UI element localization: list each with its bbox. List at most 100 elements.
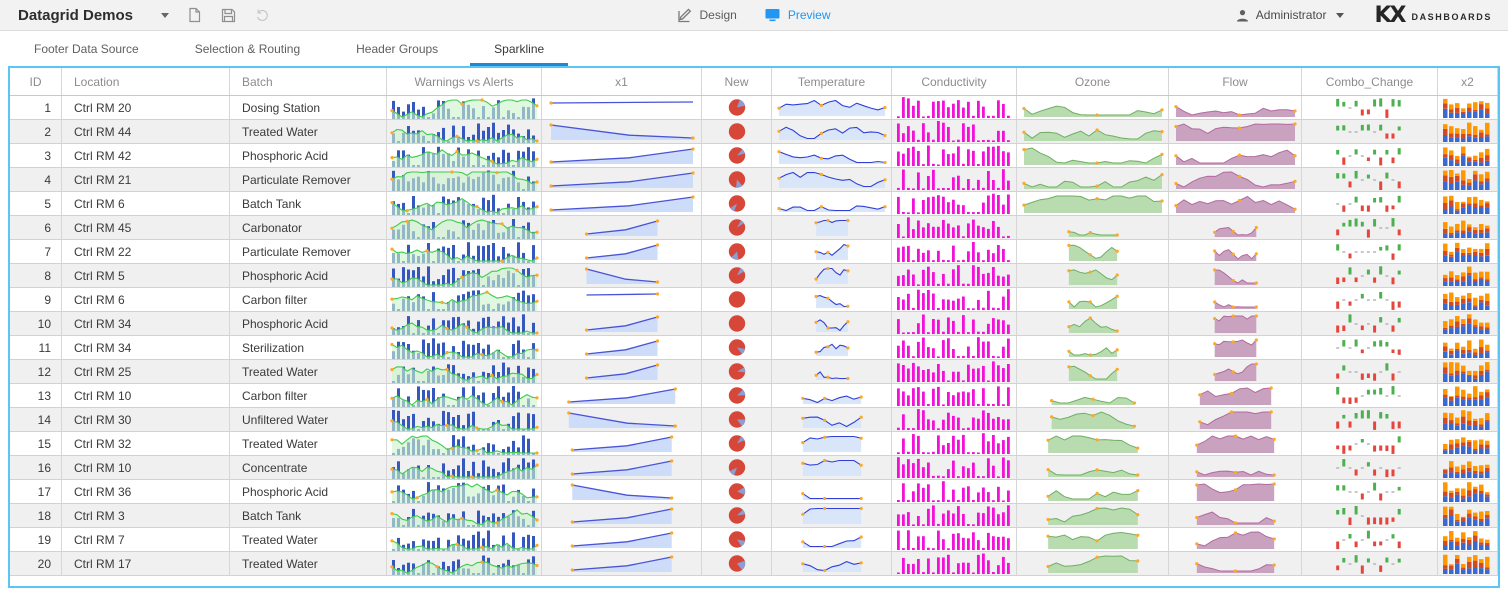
cell-batch: Treated Water [230, 552, 387, 575]
cell-x1 [542, 144, 702, 167]
table-row[interactable]: 17Ctrl RM 36Phosphoric Acid [10, 480, 1498, 504]
new-sparkline [705, 122, 769, 141]
cell-batch: Phosphoric Acid [230, 264, 387, 287]
table-row[interactable]: 20Ctrl RM 17Treated Water [10, 552, 1498, 576]
table-row[interactable]: 16Ctrl RM 10Concentrate [10, 456, 1498, 480]
table-row[interactable]: 2Ctrl RM 44Treated Water [10, 120, 1498, 144]
cell-id: 19 [10, 528, 62, 551]
cell-location: Ctrl RM 7 [62, 528, 230, 551]
table-row[interactable]: 19Ctrl RM 7Treated Water [10, 528, 1498, 552]
cell-flow [1169, 504, 1302, 527]
cell-temperature [772, 288, 892, 311]
cell-batch: Phosphoric Acid [230, 144, 387, 167]
cell-location: Ctrl RM 6 [62, 192, 230, 215]
table-row[interactable]: 13Ctrl RM 10Carbon filter [10, 384, 1498, 408]
warnings-sparkline [390, 385, 539, 407]
combo_change-sparkline [1305, 338, 1435, 358]
conductivity-sparkline [895, 313, 1014, 334]
undo-button[interactable] [253, 6, 271, 24]
column-header-x1[interactable]: x1 [542, 68, 702, 95]
table-row[interactable]: 1Ctrl RM 20Dosing Station [10, 96, 1498, 120]
column-header-ozone[interactable]: Ozone [1017, 68, 1169, 95]
cell-new [702, 336, 772, 359]
column-header-new[interactable]: New [702, 68, 772, 95]
cell-id: 14 [10, 408, 62, 431]
temperature-sparkline [775, 218, 889, 237]
user-menu[interactable]: Administrator [1236, 8, 1345, 22]
table-row[interactable]: 9Ctrl RM 6Carbon filter [10, 288, 1498, 312]
ozone-sparkline [1020, 242, 1166, 262]
column-header-combo_change[interactable]: Combo_Change [1302, 68, 1438, 95]
tab-selection-routing[interactable]: Selection & Routing [167, 32, 328, 66]
new-sparkline [705, 362, 769, 381]
tab-header-groups[interactable]: Header Groups [328, 32, 466, 66]
user-caret-icon [1336, 13, 1344, 18]
cell-combo_change [1302, 264, 1438, 287]
cell-x2 [1438, 240, 1498, 263]
ozone-sparkline [1020, 434, 1166, 454]
table-row[interactable]: 8Ctrl RM 5Phosphoric Acid [10, 264, 1498, 288]
design-label: Design [699, 8, 736, 22]
cell-warnings [387, 552, 542, 575]
ozone-sparkline [1020, 386, 1166, 406]
cell-x2 [1438, 504, 1498, 527]
cell-x2 [1438, 168, 1498, 191]
conductivity-sparkline [895, 505, 1014, 526]
preview-button[interactable]: Preview [765, 8, 831, 22]
cell-conductivity [892, 480, 1017, 503]
save-button[interactable] [219, 6, 237, 24]
table-row[interactable]: 7Ctrl RM 22Particulate Remover [10, 240, 1498, 264]
table-row[interactable]: 14Ctrl RM 30Unfiltered Water [10, 408, 1498, 432]
dashboard-select-caret-icon[interactable] [161, 13, 169, 18]
column-header-flow[interactable]: Flow [1169, 68, 1302, 95]
flow-sparkline [1172, 530, 1299, 550]
cell-location: Ctrl RM 34 [62, 312, 230, 335]
table-row[interactable]: 12Ctrl RM 25Treated Water [10, 360, 1498, 384]
column-header-location[interactable]: Location [62, 68, 230, 95]
tab-sparkline[interactable]: Sparkline [466, 32, 572, 66]
combo_change-sparkline [1305, 314, 1435, 334]
x2-sparkline [1441, 313, 1495, 334]
table-row[interactable]: 3Ctrl RM 42Phosphoric Acid [10, 144, 1498, 168]
combo_change-sparkline [1305, 458, 1435, 478]
cell-flow [1169, 264, 1302, 287]
column-header-x2[interactable]: x2 [1438, 68, 1498, 95]
new-dashboard-button[interactable] [185, 6, 203, 24]
cell-x2 [1438, 432, 1498, 455]
table-row[interactable]: 5Ctrl RM 6Batch Tank [10, 192, 1498, 216]
tab-footer-data-source[interactable]: Footer Data Source [6, 32, 167, 66]
cell-id: 12 [10, 360, 62, 383]
cell-location: Ctrl RM 21 [62, 168, 230, 191]
column-header-warnings[interactable]: Warnings vs Alerts [387, 68, 542, 95]
cell-new [702, 504, 772, 527]
cell-location: Ctrl RM 10 [62, 456, 230, 479]
cell-x1 [542, 456, 702, 479]
cell-ozone [1017, 360, 1169, 383]
table-row[interactable]: 6Ctrl RM 45Carbonator [10, 216, 1498, 240]
table-row[interactable]: 15Ctrl RM 32Treated Water [10, 432, 1498, 456]
cell-temperature [772, 120, 892, 143]
ozone-sparkline [1020, 554, 1166, 574]
warnings-sparkline [390, 505, 539, 527]
table-row[interactable]: 4Ctrl RM 21Particulate Remover [10, 168, 1498, 192]
combo_change-sparkline [1305, 410, 1435, 430]
conductivity-sparkline [895, 385, 1014, 406]
cell-combo_change [1302, 120, 1438, 143]
combo_change-sparkline [1305, 554, 1435, 574]
table-row[interactable]: 18Ctrl RM 3Batch Tank [10, 504, 1498, 528]
cell-x1 [542, 504, 702, 527]
column-header-batch[interactable]: Batch [230, 68, 387, 95]
column-header-conductivity[interactable]: Conductivity [892, 68, 1017, 95]
flow-sparkline [1172, 434, 1299, 454]
warnings-sparkline [390, 337, 539, 359]
table-row[interactable]: 11Ctrl RM 34Sterilization [10, 336, 1498, 360]
cell-location: Ctrl RM 45 [62, 216, 230, 239]
column-header-id[interactable]: ID [10, 68, 62, 95]
column-header-temperature[interactable]: Temperature [772, 68, 892, 95]
x2-sparkline [1441, 193, 1495, 214]
conductivity-sparkline [895, 217, 1014, 238]
cell-temperature [772, 168, 892, 191]
design-button[interactable]: Design [677, 8, 736, 23]
table-row[interactable]: 10Ctrl RM 34Phosphoric Acid [10, 312, 1498, 336]
ozone-sparkline [1020, 170, 1166, 190]
